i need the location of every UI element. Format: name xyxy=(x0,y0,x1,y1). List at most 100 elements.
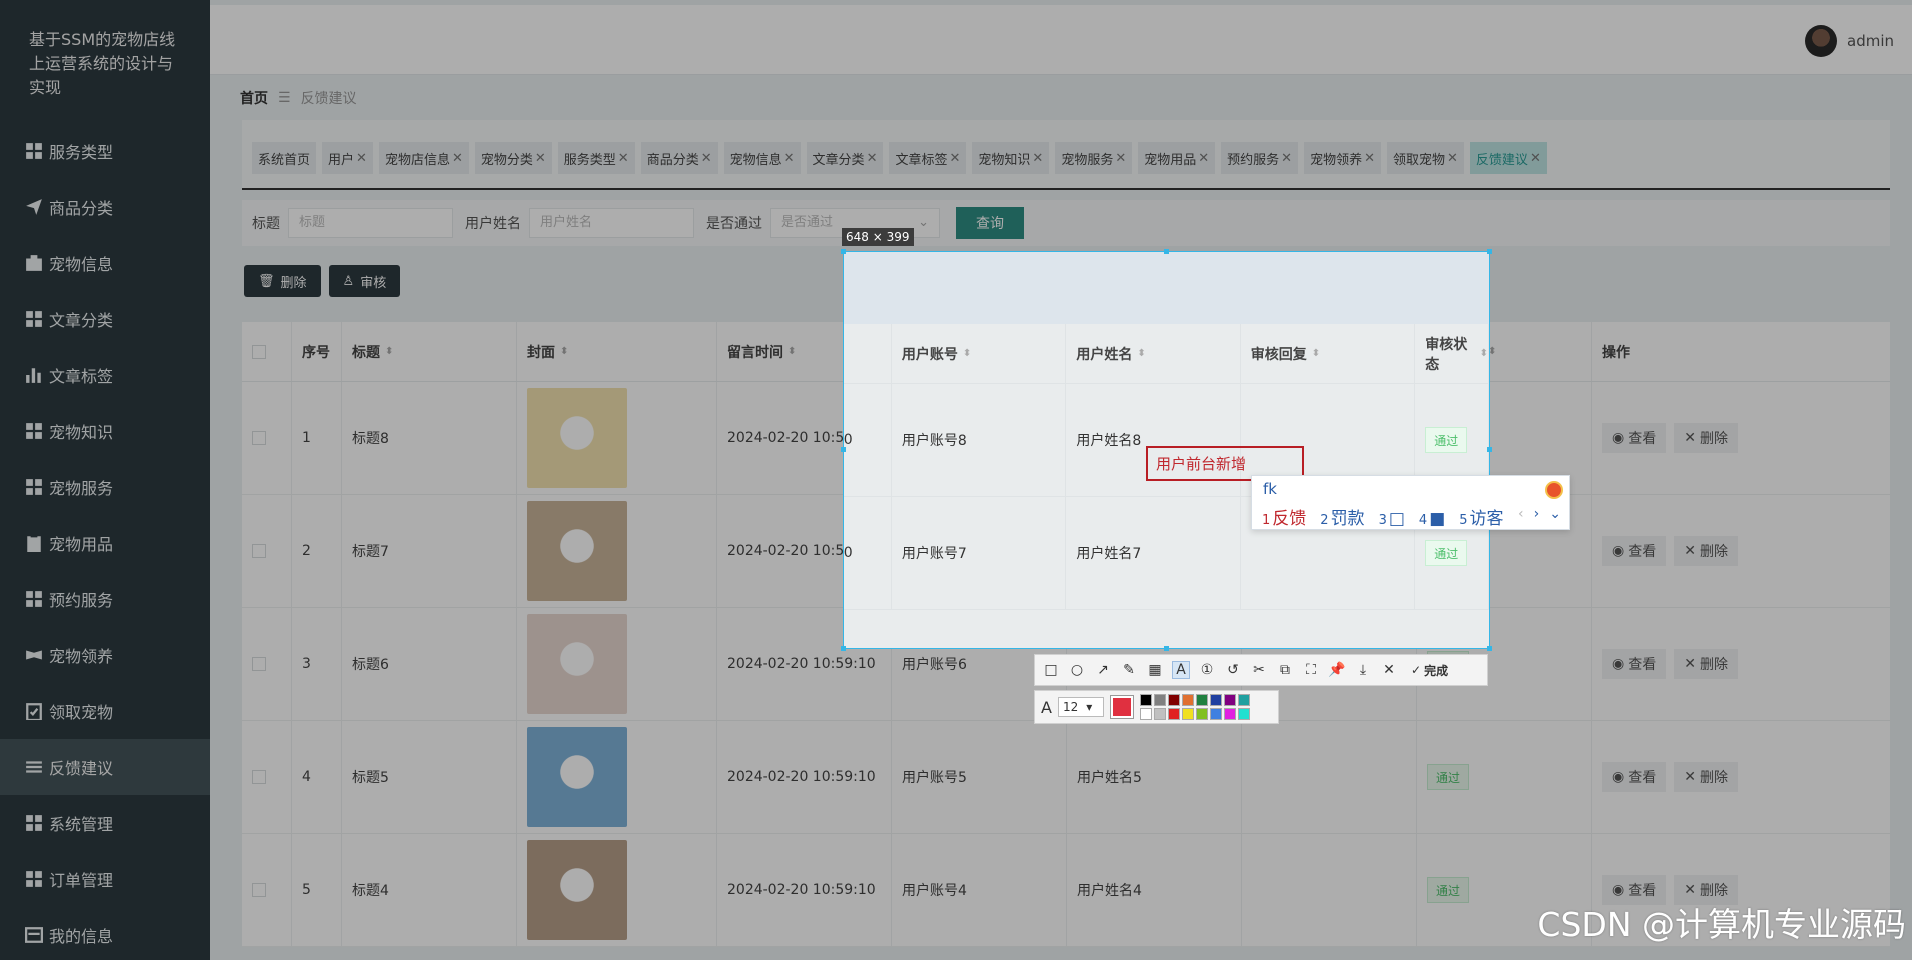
row-checkbox[interactable] xyxy=(252,544,266,558)
select-all-checkbox[interactable] xyxy=(252,344,266,359)
delete-button[interactable]: 🗑 删除 xyxy=(244,265,321,297)
arrow-tool-icon[interactable]: ↗ xyxy=(1095,662,1111,678)
ime-logo-icon[interactable] xyxy=(1545,481,1563,499)
resize-handle[interactable] xyxy=(841,447,846,452)
color-swatch[interactable] xyxy=(1223,694,1236,706)
review-button[interactable]: ♙ 审核 xyxy=(328,265,401,297)
sidebar-item[interactable]: 文章分类 xyxy=(0,291,210,347)
ime-candidate[interactable]: 2 罚款 xyxy=(1320,504,1364,529)
sidebar-item[interactable]: 宠物用品 xyxy=(0,515,210,571)
pen-tool-icon[interactable]: ✎ xyxy=(1121,662,1137,678)
text-annotation[interactable]: 用户前台新增 xyxy=(1156,453,1246,474)
sidebar-item[interactable]: 订单管理 xyxy=(0,851,210,907)
done-button[interactable]: ✓ 完成 xyxy=(1411,662,1448,679)
close-icon[interactable]: ✕ xyxy=(1032,151,1043,166)
tab[interactable]: 系统首页 xyxy=(252,142,317,174)
mosaic-tool-icon[interactable]: ▦ xyxy=(1147,662,1163,678)
column-header[interactable]: 封面 ⬍ xyxy=(517,322,717,381)
close-icon[interactable]: ✕ xyxy=(1115,151,1126,166)
resize-handle[interactable] xyxy=(841,646,846,651)
close-icon[interactable]: ✕ xyxy=(867,151,878,166)
row-checkbox[interactable] xyxy=(252,770,266,784)
tab[interactable]: 领取宠物 ✕ xyxy=(1387,142,1464,174)
view-button[interactable]: ◉ 查看 xyxy=(1602,762,1667,792)
column-header[interactable]: 操作 xyxy=(1592,322,1890,381)
tab[interactable]: 宠物分类 ✕ xyxy=(474,142,552,174)
delete-row-button[interactable]: ✕ 删除 xyxy=(1674,423,1738,453)
tab[interactable]: 宠物领养 ✕ xyxy=(1304,142,1381,174)
chevron-right-icon[interactable]: › xyxy=(1534,506,1540,522)
copy-icon[interactable]: ⧉ xyxy=(1277,662,1293,678)
username-input[interactable]: 用户姓名 xyxy=(529,208,694,238)
row-checkbox[interactable] xyxy=(252,883,266,897)
tab[interactable]: 预约服务 ✕ xyxy=(1221,142,1299,174)
color-swatch[interactable] xyxy=(1195,694,1208,706)
sidebar-item[interactable]: 预约服务 xyxy=(0,571,210,627)
view-button[interactable]: ◉ 查看 xyxy=(1602,423,1667,453)
sidebar-item[interactable]: 反馈建议 xyxy=(0,739,210,795)
close-icon[interactable]: ✕ xyxy=(618,151,629,166)
tab[interactable]: 宠物知识 ✕ xyxy=(972,142,1050,174)
close-icon[interactable]: ✕ xyxy=(1198,151,1209,166)
sidebar-item[interactable]: 宠物领养 xyxy=(0,627,210,683)
row-checkbox[interactable] xyxy=(252,431,266,445)
color-swatch[interactable] xyxy=(1237,694,1250,706)
breadcrumb-home[interactable]: 首页 xyxy=(240,88,268,108)
sidebar-item[interactable]: 我的信息 xyxy=(0,907,210,960)
current-color[interactable] xyxy=(1109,695,1134,719)
font-size-select[interactable]: 12 ▾ xyxy=(1057,697,1104,717)
color-swatch[interactable] xyxy=(1153,694,1166,706)
sort-icon[interactable]: ⬍ xyxy=(385,346,393,357)
sidebar-item[interactable]: 文章标签 xyxy=(0,347,210,403)
sidebar-item[interactable]: 宠物知识 xyxy=(0,403,210,459)
tab[interactable]: 反馈建议 ✕ xyxy=(1469,142,1547,174)
resize-handle[interactable] xyxy=(1487,447,1492,452)
close-icon[interactable]: ✕ xyxy=(701,151,712,166)
close-icon[interactable]: ✕ xyxy=(1281,151,1292,166)
tab[interactable]: 宠物用品 ✕ xyxy=(1138,142,1216,174)
ime-candidate[interactable]: 3 □ xyxy=(1379,509,1405,529)
undo-icon[interactable]: ↺ xyxy=(1225,662,1241,678)
tab[interactable]: 文章标签 ✕ xyxy=(889,142,967,174)
column-header[interactable]: 标题 ⬍ xyxy=(342,322,517,381)
tab[interactable]: 文章分类 ✕ xyxy=(806,142,884,174)
tab[interactable]: 宠物信息 ✕ xyxy=(723,142,801,174)
title-input[interactable]: 标题 xyxy=(288,208,453,238)
color-swatch[interactable] xyxy=(1139,708,1152,720)
tab[interactable]: 商品分类 ✕ xyxy=(640,142,718,174)
close-icon[interactable]: ✕ xyxy=(1530,151,1541,166)
sort-icon[interactable]: ⬍ xyxy=(560,346,568,357)
ime-candidate[interactable]: 1 反馈 xyxy=(1262,504,1306,529)
view-button[interactable]: ◉ 查看 xyxy=(1602,536,1667,566)
delete-row-button[interactable]: ✕ 删除 xyxy=(1674,536,1738,566)
ellipse-tool-icon[interactable]: ○ xyxy=(1069,662,1085,678)
color-swatch[interactable] xyxy=(1209,708,1222,720)
ime-candidate[interactable]: 5 访客 xyxy=(1459,504,1503,529)
cut-icon[interactable]: ✂ xyxy=(1251,662,1267,678)
color-swatch[interactable] xyxy=(1181,708,1194,720)
column-header[interactable]: 序号 xyxy=(292,322,342,381)
close-icon[interactable]: ✕ xyxy=(949,151,960,166)
resize-handle[interactable] xyxy=(1164,249,1169,254)
sidebar-item[interactable]: 领取宠物 xyxy=(0,683,210,739)
download-icon[interactable]: ⤓ xyxy=(1355,662,1371,678)
avatar[interactable] xyxy=(1805,25,1837,57)
color-swatch[interactable] xyxy=(1209,694,1222,706)
close-icon[interactable]: ✕ xyxy=(1364,151,1375,166)
close-icon[interactable]: ✕ xyxy=(356,151,367,166)
close-icon[interactable]: ✕ xyxy=(1381,662,1397,678)
row-checkbox[interactable] xyxy=(252,657,266,671)
resize-handle[interactable] xyxy=(1487,249,1492,254)
sidebar-item[interactable]: 宠物信息 xyxy=(0,235,210,291)
sidebar-item[interactable]: 系统管理 xyxy=(0,795,210,851)
query-button[interactable]: 查询 xyxy=(956,207,1024,239)
number-tool-icon[interactable]: ① xyxy=(1199,662,1215,678)
close-icon[interactable]: ✕ xyxy=(535,151,546,166)
color-swatch[interactable] xyxy=(1181,694,1194,706)
sort-icon[interactable]: ⬍ xyxy=(788,346,796,357)
user-menu[interactable]: admin xyxy=(1805,25,1894,57)
color-swatch[interactable] xyxy=(1167,694,1180,706)
color-swatch[interactable] xyxy=(1167,708,1180,720)
full-screen-icon[interactable]: ⛶ xyxy=(1303,662,1319,678)
resize-handle[interactable] xyxy=(1487,646,1492,651)
